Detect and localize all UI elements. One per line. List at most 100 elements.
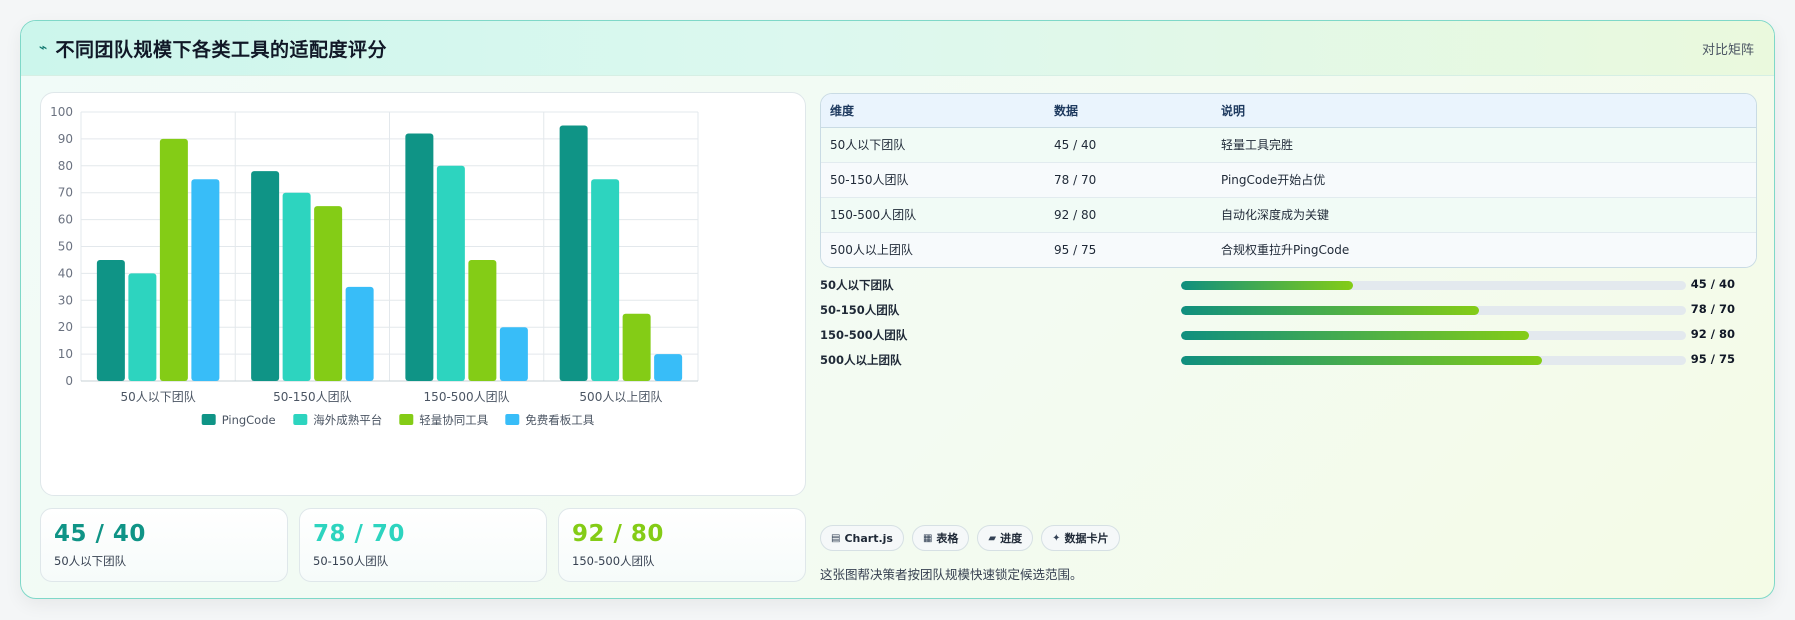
table-cell: 95 / 75 [1045, 232, 1212, 267]
table-header-row: 维度 数据 说明 [821, 94, 1756, 128]
x-tick-label: 500人以上团队 [579, 389, 662, 404]
progress-row: 150-500人团队 92 / 80 [820, 327, 1757, 345]
kpi-label: 150-500人团队 [572, 554, 655, 568]
bar [159, 138, 188, 381]
table-cell: 500人以上团队 [821, 232, 1045, 267]
kpi-value: 78 / 70 [313, 521, 405, 547]
y-tick-label: 90 [58, 132, 73, 146]
page-title: 不同团队规模下各类工具的适配度评分 [55, 38, 387, 61]
y-tick-label: 0 [65, 374, 73, 388]
x-tick-label: 50-150人团队 [273, 389, 352, 404]
spark-icon: ⌁ [39, 40, 48, 56]
table-cell: 合规权重拉升PingCode [1212, 232, 1756, 267]
progress-track [1181, 331, 1686, 340]
bar-chart: 0 10 20 30 40 50 60 70 80 90 100 50人以下团队 50-150人团队 15… [50, 105, 699, 427]
legend-label: 轻量协同工具 [419, 413, 488, 427]
column-header: 说明 [1212, 94, 1756, 128]
chip-label: 数据卡片 [1064, 532, 1109, 545]
progress-track [1181, 281, 1686, 290]
progress-label: 50-150人团队 [820, 303, 900, 317]
table-cell: PingCode开始占优 [1212, 162, 1756, 198]
chip-label: 表格 [936, 532, 959, 545]
kpi-value: 45 / 40 [54, 521, 146, 547]
chart-icon: ▤ [831, 532, 841, 544]
bar [405, 133, 434, 381]
bar [559, 125, 588, 381]
progress-label: 500人以上团队 [820, 353, 902, 367]
chip-label: Chart.js [844, 531, 893, 545]
table-cell: 50-150人团队 [821, 162, 1045, 198]
column-header: 维度 [821, 94, 1045, 128]
progress-value: 45 / 40 [1690, 277, 1735, 291]
footnote: 这张图帮决策者按团队规模快速锁定候选范围。 [820, 567, 1083, 582]
y-tick-label: 100 [50, 105, 73, 119]
progress-fill [1181, 356, 1543, 365]
table-cell: 45 / 40 [1045, 127, 1212, 163]
chip-data-cards[interactable]: ✦ 数据卡片 [1041, 525, 1120, 551]
progress-label: 150-500人团队 [820, 328, 908, 342]
legend-swatch [399, 414, 414, 425]
card-header: ⌁ 不同团队规模下各类工具的适配度评分 对比矩阵 [21, 21, 1774, 76]
x-tick-label: 150-500人团队 [424, 389, 510, 404]
bar [654, 354, 683, 381]
legend-label: PingCode [222, 413, 276, 427]
progress-fill [1181, 331, 1530, 340]
header-tag: 对比矩阵 [1701, 42, 1754, 58]
chip-table[interactable]: ▦ 表格 [911, 525, 970, 551]
table-cell: 自动化深度成为关键 [1212, 197, 1756, 233]
table-row: 150-500人团队 92 / 80 自动化深度成为关键 [821, 197, 1756, 233]
bar [345, 286, 374, 381]
bar [96, 259, 125, 381]
kpi-label: 50-150人团队 [313, 554, 389, 568]
bar [499, 327, 528, 381]
y-tick-label: 10 [58, 347, 73, 361]
legend-swatch [505, 414, 520, 425]
bar [128, 273, 157, 381]
sparkle-icon: ✦ [1052, 532, 1061, 544]
progress-row: 50-150人团队 78 / 70 [820, 302, 1757, 320]
x-tick-label: 50人以下团队 [120, 389, 195, 404]
progress-icon: ▰ [988, 532, 997, 544]
chart-panel: 0 10 20 30 40 50 60 70 80 90 100 50人以下团队 50-150人团队 15… [40, 92, 806, 496]
kpi-card: 78 / 70 50-150人团队 [299, 508, 547, 582]
bar [251, 171, 280, 381]
table-cell: 78 / 70 [1045, 162, 1212, 198]
title-wrap: ⌁ 不同团队规模下各类工具的适配度评分 [39, 35, 387, 62]
progress-track [1181, 356, 1686, 365]
column-header: 数据 [1045, 94, 1212, 128]
table-cell: 轻量工具完胜 [1212, 127, 1756, 163]
table-cell: 50人以下团队 [821, 127, 1045, 163]
legend-swatch [201, 414, 216, 425]
chip-progress[interactable]: ▰ 进度 [977, 525, 1034, 551]
y-tick-label: 60 [58, 213, 73, 227]
progress-value: 95 / 75 [1690, 352, 1735, 366]
progress-track [1181, 306, 1686, 315]
progress-value: 92 / 80 [1690, 327, 1735, 341]
chip-chartjs[interactable]: ▤ Chart.js [820, 525, 904, 551]
kpi-label: 50人以下团队 [54, 554, 127, 568]
progress-row: 50人以下团队 45 / 40 [820, 277, 1757, 295]
bar [622, 313, 651, 381]
bar [314, 206, 343, 381]
table-cell: 92 / 80 [1045, 197, 1212, 233]
table-row: 50-150人团队 78 / 70 PingCode开始占优 [821, 162, 1756, 198]
legend-label: 免费看板工具 [525, 413, 594, 427]
y-tick-label: 30 [58, 293, 73, 307]
progress-fill [1181, 306, 1479, 315]
progress-label: 50人以下团队 [820, 278, 894, 292]
y-tick-label: 40 [58, 266, 73, 280]
y-tick-label: 80 [58, 159, 73, 173]
chip-label: 进度 [1000, 532, 1023, 545]
bar [468, 259, 497, 381]
bar [282, 192, 311, 381]
table-cell: 150-500人团队 [821, 197, 1045, 233]
bar [591, 179, 620, 381]
y-tick-label: 50 [58, 240, 73, 254]
comparison-card: ⌁ 不同团队规模下各类工具的适配度评分 对比矩阵 0 10 20 30 40 50 60 70… [20, 20, 1775, 599]
table-icon: ▦ [922, 532, 933, 544]
bar [436, 165, 465, 381]
bar [191, 179, 220, 381]
data-table: 维度 数据 说明 50人以下团队 45 / 40 轻量工具完胜 50-150人团… [820, 93, 1757, 268]
y-tick-label: 70 [58, 186, 73, 200]
table-row: 500人以上团队 95 / 75 合规权重拉升PingCode [821, 232, 1756, 267]
